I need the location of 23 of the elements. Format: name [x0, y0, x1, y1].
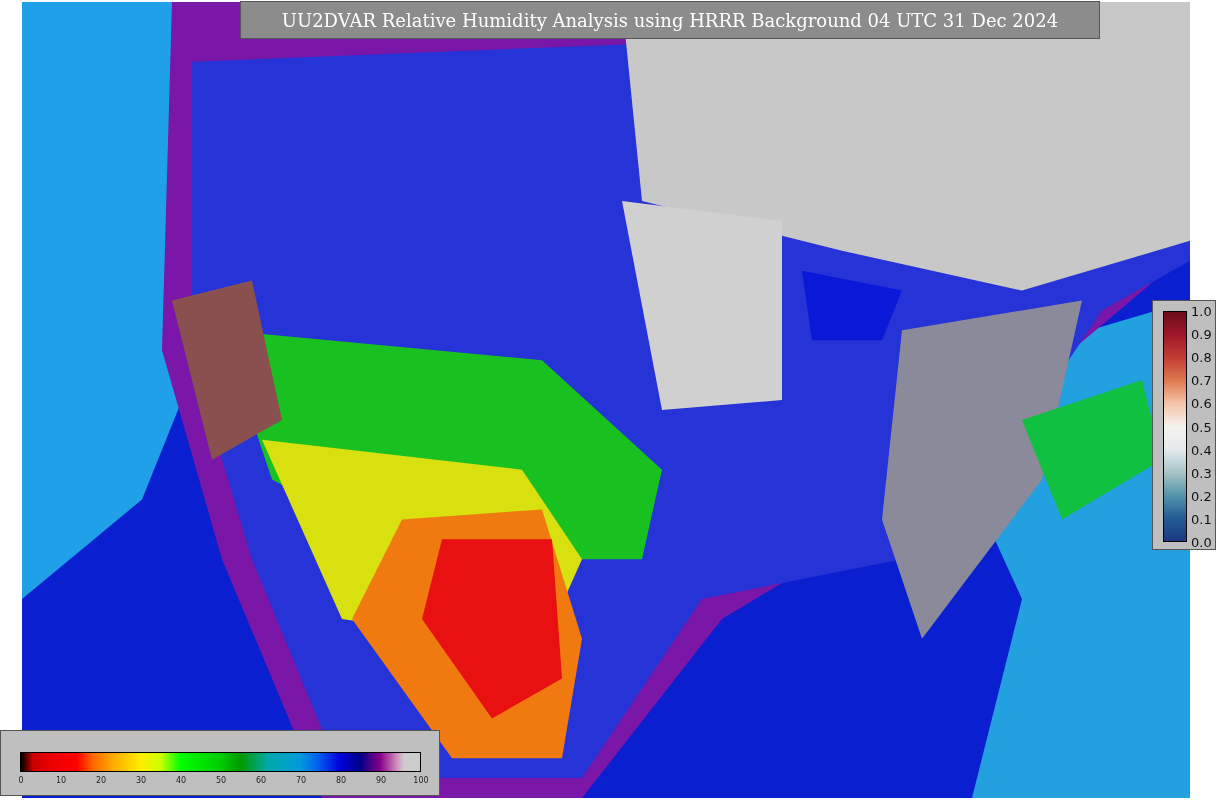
- tick-label: 60: [255, 776, 267, 785]
- tick-label: 0.1: [1191, 512, 1212, 526]
- tick-label: 0.4: [1191, 443, 1212, 457]
- tick-label: 0.7: [1191, 373, 1212, 387]
- tick-label: 100: [413, 776, 429, 785]
- tick-label: 0.8: [1191, 350, 1212, 364]
- tick-label: 40: [175, 776, 187, 785]
- tick-label: 0: [18, 776, 24, 785]
- tick-label: 30: [135, 776, 147, 785]
- tick-label: 0.0: [1191, 535, 1212, 549]
- tick-label: 0.6: [1191, 396, 1212, 410]
- tick-label: 50: [215, 776, 227, 785]
- tick-label: 70: [295, 776, 307, 785]
- tick-label: 10: [55, 776, 67, 785]
- chart-title: UU2DVAR Relative Humidity Analysis using HRRR Background 04 UTC 31 Dec 2024: [240, 1, 1100, 39]
- tick-label: 0.3: [1191, 466, 1212, 480]
- tick-label: 0.9: [1191, 327, 1212, 341]
- tick-label: 80: [335, 776, 347, 785]
- tick-label: 20: [95, 776, 107, 785]
- tick-label: 0.2: [1191, 489, 1212, 503]
- tick-label: 0.5: [1191, 420, 1212, 433]
- tick-label: 90: [375, 776, 387, 785]
- tick-label: 1.0: [1191, 304, 1212, 318]
